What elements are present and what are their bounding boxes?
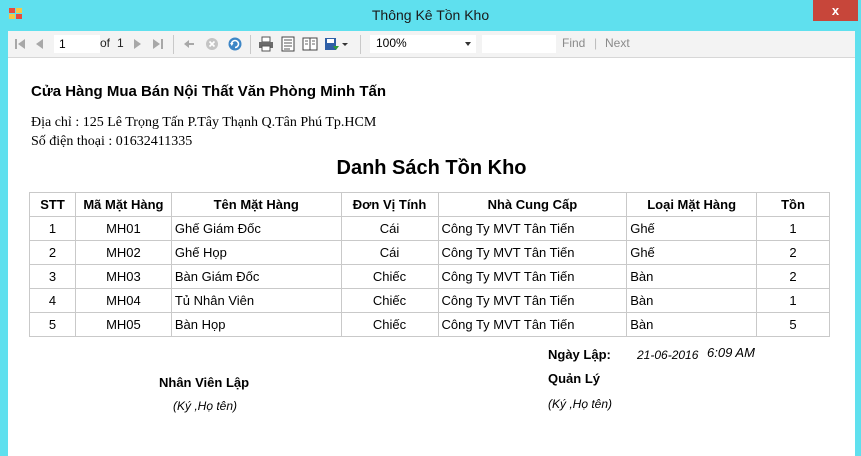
page-of-label: of: [100, 36, 111, 50]
page-total: 1: [117, 36, 124, 50]
close-button[interactable]: x: [813, 0, 858, 21]
last-page-icon[interactable]: [150, 36, 166, 52]
column-header: Tên Mặt Hàng: [170, 192, 342, 217]
window-title: Thông Kê Tồn Kho: [371, 7, 490, 23]
manager-label: Quản Lý: [548, 371, 601, 386]
table-row: 3 MH03 Bàn Giám Đốc Chiếc Công Ty MVT Tâ…: [29, 264, 830, 289]
toolbar-separator: [173, 35, 174, 54]
cell-name: Ghế Họp: [170, 240, 342, 265]
report-title: Danh Sách Tồn Kho: [336, 157, 527, 179]
close-icon: x: [831, 3, 840, 18]
cell-name: Bàn Họp: [170, 312, 342, 337]
cell-stock: 1: [756, 288, 830, 313]
inventory-table: STT Mã Mặt Hàng Tên Mặt Hàng Đơn Vị Tính…: [29, 192, 830, 337]
cell-supplier: Công Ty MVT Tân Tiến: [437, 288, 628, 313]
cell-stock: 5: [756, 312, 830, 337]
find-separator: |: [594, 36, 598, 50]
cell-unit: Cái: [340, 240, 439, 265]
cell-code: MH05: [74, 312, 172, 337]
page-number-input[interactable]: 1: [54, 35, 100, 53]
column-header: Mã Mặt Hàng: [74, 192, 172, 217]
cell-stt: 4: [29, 288, 76, 313]
find-button[interactable]: Find: [562, 36, 585, 50]
cell-name: Bàn Giám Đốc: [170, 264, 342, 289]
table-row: 2 MH02 Ghế Họp Cái Công Ty MVT Tân Tiến …: [29, 240, 830, 265]
staff-sign-note: (Ký ,Họ tên): [173, 399, 238, 413]
column-header: Loại Mặt Hàng: [626, 192, 758, 217]
report-toolbar: 1 of 1 100% Find | Next: [8, 31, 855, 58]
cell-name: Ghế Giám Đốc: [170, 216, 342, 241]
cell-supplier: Công Ty MVT Tân Tiến: [437, 312, 628, 337]
company-name: Cửa Hàng Mua Bán Nội Thất Văn Phòng Minh…: [31, 83, 387, 100]
table-row: 4 MH04 Tủ Nhân Viên Chiếc Công Ty MVT Tâ…: [29, 288, 830, 313]
staff-label: Nhân Viên Lập: [159, 375, 250, 390]
next-page-icon[interactable]: [129, 36, 145, 52]
title-bar: Thông Kê Tồn Kho x: [0, 0, 861, 31]
print-layout-icon[interactable]: [280, 36, 296, 52]
toolbar-separator: [360, 35, 361, 54]
table-row: 5 MH05 Bàn Họp Chiếc Công Ty MVT Tân Tiế…: [29, 312, 830, 337]
cell-category: Ghế: [626, 216, 758, 241]
cell-unit: Chiếc: [340, 288, 439, 313]
cell-category: Ghế: [626, 240, 758, 265]
cell-category: Bàn: [626, 264, 758, 289]
cell-stock: 2: [756, 264, 830, 289]
time-value: 6:09 AM: [707, 345, 755, 360]
cell-unit: Chiếc: [340, 264, 439, 289]
cell-stock: 2: [756, 240, 830, 265]
column-header: Đơn Vị Tính: [340, 192, 439, 217]
cell-code: MH01: [74, 216, 172, 241]
cell-name: Tủ Nhân Viên: [170, 288, 342, 313]
date-value: 21-06-2016: [637, 348, 699, 362]
table-row: 1 MH01 Ghế Giám Đốc Cái Công Ty MVT Tân …: [29, 216, 830, 241]
stop-icon[interactable]: [204, 36, 220, 52]
column-header: Tồn: [756, 192, 830, 217]
zoom-value: 100%: [376, 36, 407, 50]
zoom-select[interactable]: 100%: [370, 35, 476, 53]
column-header: Nhà Cung Cấp: [437, 192, 628, 217]
cell-stt: 1: [29, 216, 76, 241]
table-header-row: STT Mã Mặt Hàng Tên Mặt Hàng Đơn Vị Tính…: [29, 192, 830, 217]
back-icon[interactable]: [181, 36, 197, 52]
refresh-icon[interactable]: [227, 36, 243, 52]
cell-category: Bàn: [626, 312, 758, 337]
company-address: Địa chỉ : 125 Lê Trọng Tấn P.Tây Thạnh Q…: [31, 115, 377, 130]
cell-code: MH02: [74, 240, 172, 265]
report-viewer-window: Thông Kê Tồn Kho x 1 of 1 100% Find | Ne…: [0, 0, 861, 456]
chevron-down-icon[interactable]: [341, 36, 349, 52]
export-icon[interactable]: [324, 36, 340, 52]
prev-page-icon[interactable]: [32, 36, 48, 52]
cell-stt: 5: [29, 312, 76, 337]
cell-stt: 3: [29, 264, 76, 289]
chevron-down-icon: [465, 42, 471, 46]
first-page-icon[interactable]: [12, 36, 28, 52]
column-header: STT: [29, 192, 76, 217]
report-page: Cửa Hàng Mua Bán Nội Thất Văn Phòng Minh…: [8, 58, 855, 456]
cell-unit: Chiếc: [340, 312, 439, 337]
manager-sign-note: (Ký ,Họ tên): [548, 397, 613, 411]
cell-category: Bàn: [626, 288, 758, 313]
cell-supplier: Công Ty MVT Tân Tiến: [437, 264, 628, 289]
find-input[interactable]: [482, 35, 556, 53]
cell-code: MH03: [74, 264, 172, 289]
page-setup-icon[interactable]: [302, 36, 318, 52]
cell-stt: 2: [29, 240, 76, 265]
company-phone: Số điện thoại : 01632411335: [31, 134, 193, 149]
cell-supplier: Công Ty MVT Tân Tiến: [437, 216, 628, 241]
cell-code: MH04: [74, 288, 172, 313]
toolbar-separator: [250, 35, 251, 54]
date-label: Ngày Lập:: [548, 347, 611, 362]
next-button[interactable]: Next: [605, 36, 630, 50]
cell-unit: Cái: [340, 216, 439, 241]
cell-stock: 1: [756, 216, 830, 241]
print-icon[interactable]: [258, 36, 274, 52]
cell-supplier: Công Ty MVT Tân Tiến: [437, 240, 628, 265]
